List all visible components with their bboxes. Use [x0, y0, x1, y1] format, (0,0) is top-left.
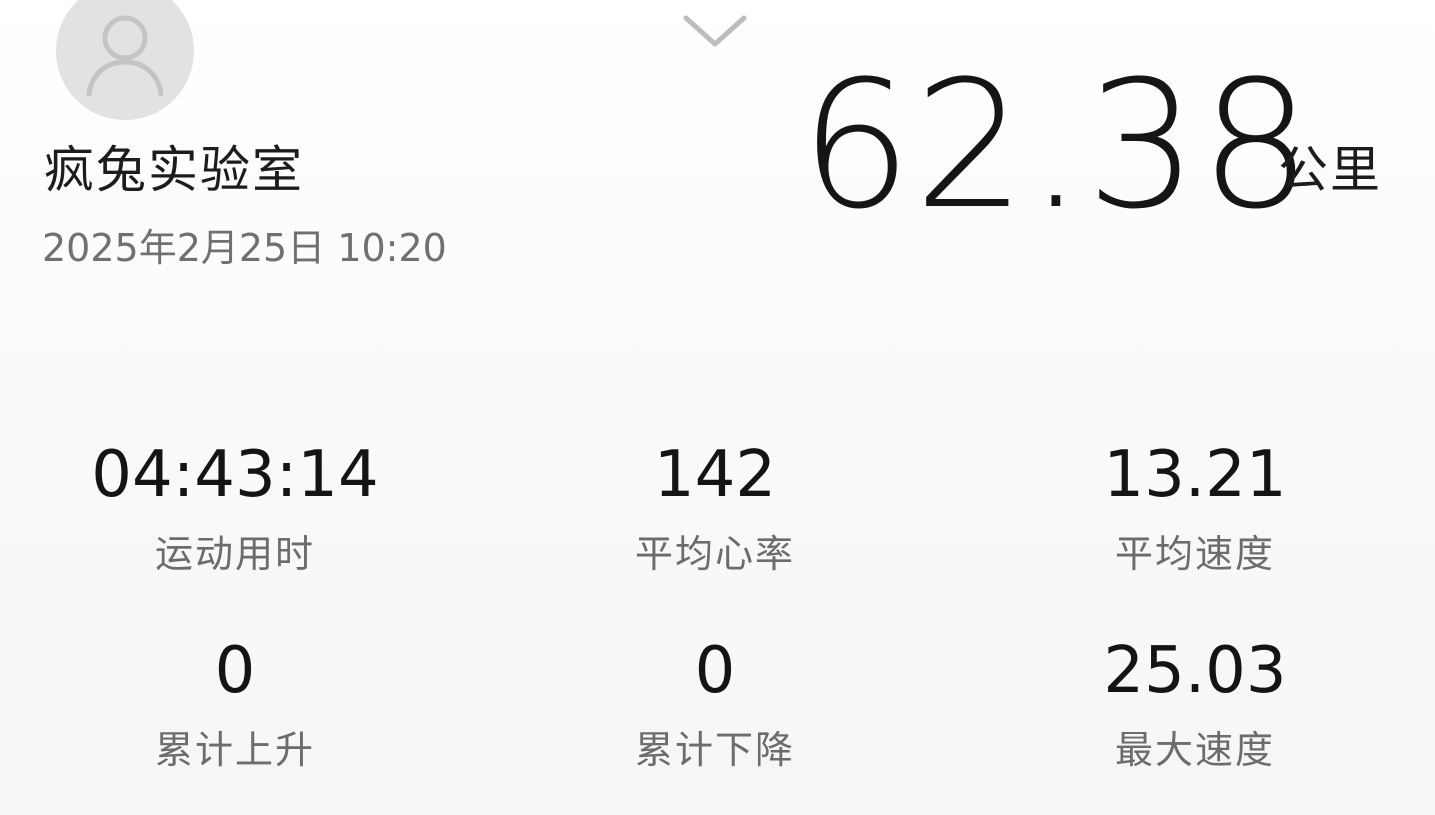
stat-avg-speed: 13.21 平均速度 [955, 436, 1435, 580]
stat-label: 累计下降 [634, 728, 795, 772]
collapse-button[interactable] [682, 12, 748, 52]
distance-value: 62.38 [800, 43, 1314, 248]
stat-value: 13.21 [1103, 438, 1287, 512]
stat-duration: 04:43:14 运动用时 [0, 436, 475, 580]
stat-value: 142 [653, 438, 777, 512]
workout-summary-card: 疯兔实验室 2025年2月25日 10:20 62.38 公里 04:43:14… [0, 0, 1435, 815]
stat-label: 运动用时 [154, 532, 315, 576]
stat-avg-heart-rate: 142 平均心率 [475, 436, 955, 580]
username: 疯兔实验室 [44, 141, 304, 199]
stat-label: 累计上升 [154, 728, 315, 772]
stat-value: 25.03 [1103, 634, 1287, 708]
avatar[interactable] [56, 0, 194, 120]
chevron-down-icon [683, 15, 747, 47]
user-avatar-icon [56, 0, 194, 120]
stat-label: 平均心率 [634, 532, 795, 576]
stat-label: 最大速度 [1114, 728, 1275, 772]
stat-label: 平均速度 [1114, 532, 1275, 576]
workout-datetime: 2025年2月25日 10:20 [42, 226, 447, 270]
stat-value: 0 [694, 634, 736, 708]
distance-unit: 公里 [1278, 141, 1382, 199]
stat-value: 0 [214, 634, 256, 708]
stat-value: 04:43:14 [91, 438, 379, 512]
stat-total-descent: 0 累计下降 [475, 632, 955, 776]
stat-max-speed: 25.03 最大速度 [955, 632, 1435, 776]
stat-total-ascent: 0 累计上升 [0, 632, 475, 776]
